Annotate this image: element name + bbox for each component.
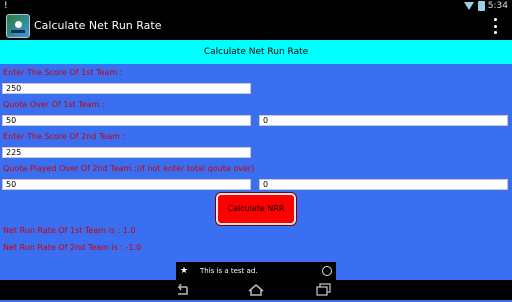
team2-score-label: Enter The Score Of 2nd Team : [3,132,126,141]
navigation-bar [0,280,512,300]
team1-quota-label: Quota Over Of 1st Team : [3,100,105,109]
ad-app-icon: ★ [180,266,189,276]
team2-balls-input[interactable]: 0 [259,179,508,190]
warning-icon: ! [4,1,8,11]
overflow-menu-icon[interactable] [494,18,498,34]
cricket-app-icon[interactable] [6,14,30,38]
team1-nrr-result: Net Run Rate Of 1st Team is : 1.0 [3,226,136,235]
team1-score-label: Enter The Score Of 1st Team : [3,68,123,77]
team2-nrr-result: Net Run Rate Of 2nd Team is : -1.0 [3,243,142,252]
wifi-icon [463,2,474,10]
team2-score-input[interactable]: 225 [2,147,251,158]
globe-icon [322,266,332,276]
recent-apps-icon[interactable] [314,282,334,298]
battery-icon [477,1,485,11]
team2-overs-input[interactable]: 50 [2,179,251,190]
team1-balls-input[interactable]: 0 [259,115,508,126]
team1-overs-input[interactable]: 50 [2,115,251,126]
home-icon[interactable] [246,282,266,298]
back-icon[interactable] [172,282,192,298]
ad-banner[interactable]: ★ This is a test ad. [176,262,336,280]
team1-score-input[interactable]: 250 [2,83,251,94]
page-title: Calculate Net Run Rate [0,40,512,64]
calculate-nrr-button[interactable]: Calculate NRR [216,193,296,225]
team2-played-label: Quota Played Over Of 2nd Team :(if not e… [3,164,255,173]
clock-time: 5:34 [487,1,508,11]
app-bar: Calculate Net Run Rate [0,12,512,40]
status-bar: ! 5:34 [0,0,512,12]
ad-text: This is a test ad. [200,267,258,275]
app-title: Calculate Net Run Rate [34,19,162,32]
